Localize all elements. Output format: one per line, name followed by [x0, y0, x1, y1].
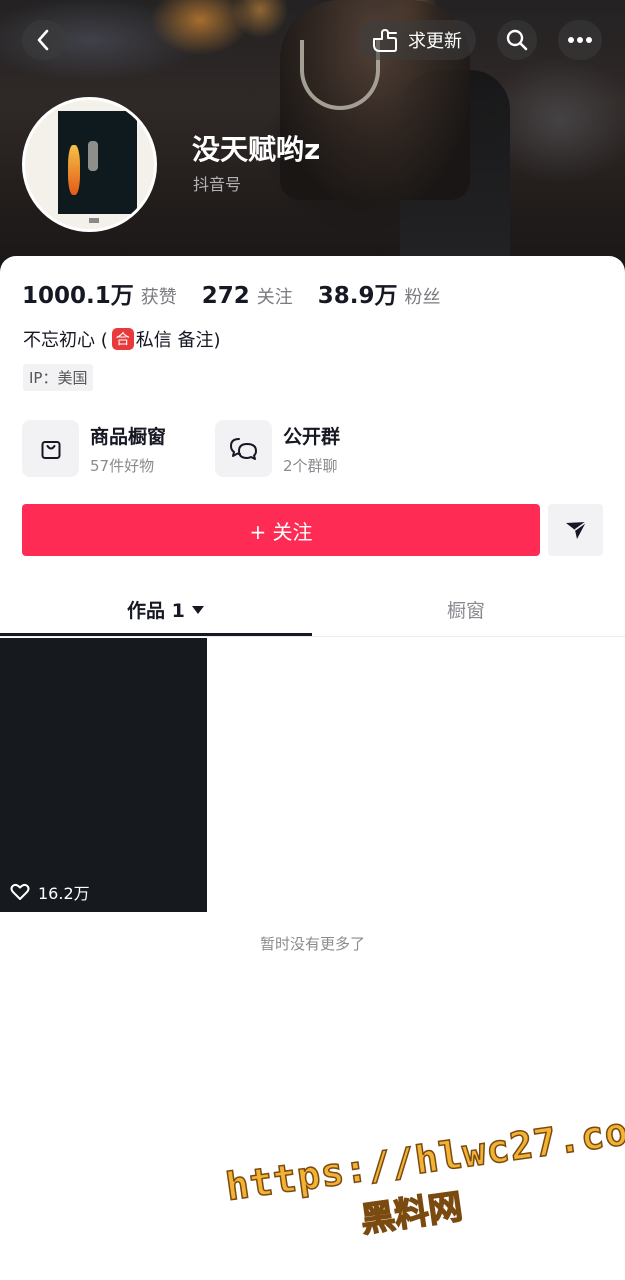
bio-prefix: 不忘初心 (: [23, 330, 108, 351]
tab-works[interactable]: 作品 1: [127, 596, 205, 623]
avatar-figure: [88, 141, 98, 171]
content-tabs: 作品 1 橱窗: [0, 582, 625, 637]
request-update-label: 求更新: [408, 31, 462, 52]
avatar-advisory-label: [89, 218, 99, 223]
request-update-button[interactable]: 求更新: [358, 20, 476, 60]
video-likes-count: 16.2万: [38, 884, 90, 903]
followers-label[interactable]: 粉丝: [405, 283, 441, 309]
more-dots-icon: [568, 37, 592, 43]
video-thumbnail[interactable]: 16.2万: [0, 638, 207, 912]
send-message-button[interactable]: [548, 504, 603, 556]
douyin-id[interactable]: 抖音号: [193, 171, 241, 195]
chevron-left-icon: [37, 29, 49, 51]
pointing-hand-icon: [373, 29, 397, 52]
video-likes: 16.2万: [10, 880, 90, 904]
followers-count[interactable]: 38.9万: [318, 276, 398, 310]
profile-stats: 1000.1万 获赞 272 关注 38.9万 粉丝: [22, 276, 466, 310]
public-group-card[interactable]: 公开群 2个群聊: [215, 420, 340, 477]
group-icon-box: [215, 420, 272, 477]
bio-suffix: 私信 备注): [135, 330, 221, 351]
shop-window-subtitle: 57件好物: [90, 456, 155, 475]
active-tab-indicator: [0, 633, 312, 636]
following-label[interactable]: 关注: [257, 283, 293, 309]
username: 没天赋哟z: [192, 133, 321, 166]
avatar-flame-figure: [68, 145, 80, 195]
shop-icon-box: [22, 420, 79, 477]
likes-count: 1000.1万: [22, 283, 134, 309]
shopping-bag-icon: [41, 440, 60, 459]
search-icon: [506, 29, 528, 51]
more-options-button[interactable]: [558, 20, 602, 60]
heart-icon: [10, 883, 30, 900]
shop-window-title: 商品橱窗: [90, 425, 167, 448]
tab-works-label: 作品 1: [127, 600, 185, 622]
bio: 不忘初心 ( 合 私信 备注): [23, 326, 221, 352]
tab-showcase[interactable]: 橱窗: [447, 596, 485, 623]
chat-bubbles-icon: [229, 437, 257, 460]
bio-badge: 合: [111, 328, 134, 350]
likes-label: 获赞: [140, 287, 177, 308]
end-of-list-note: 暂时没有更多了: [259, 935, 365, 953]
public-group-subtitle: 2个群聊: [283, 456, 338, 475]
follow-button[interactable]: + 关注: [22, 504, 540, 556]
public-group-title: 公开群: [283, 425, 341, 448]
following-count[interactable]: 272: [202, 283, 250, 309]
avatar-artwork: [58, 111, 137, 214]
search-button[interactable]: [497, 20, 537, 60]
caret-down-icon: [191, 605, 204, 614]
avatar[interactable]: [22, 97, 157, 232]
back-button[interactable]: [22, 20, 66, 60]
paper-plane-icon: [565, 521, 586, 539]
follow-button-label: + 关注: [249, 519, 313, 544]
shop-window-card[interactable]: 商品橱窗 57件好物: [22, 420, 166, 477]
ip-location-tag: IP：美国: [23, 364, 94, 391]
